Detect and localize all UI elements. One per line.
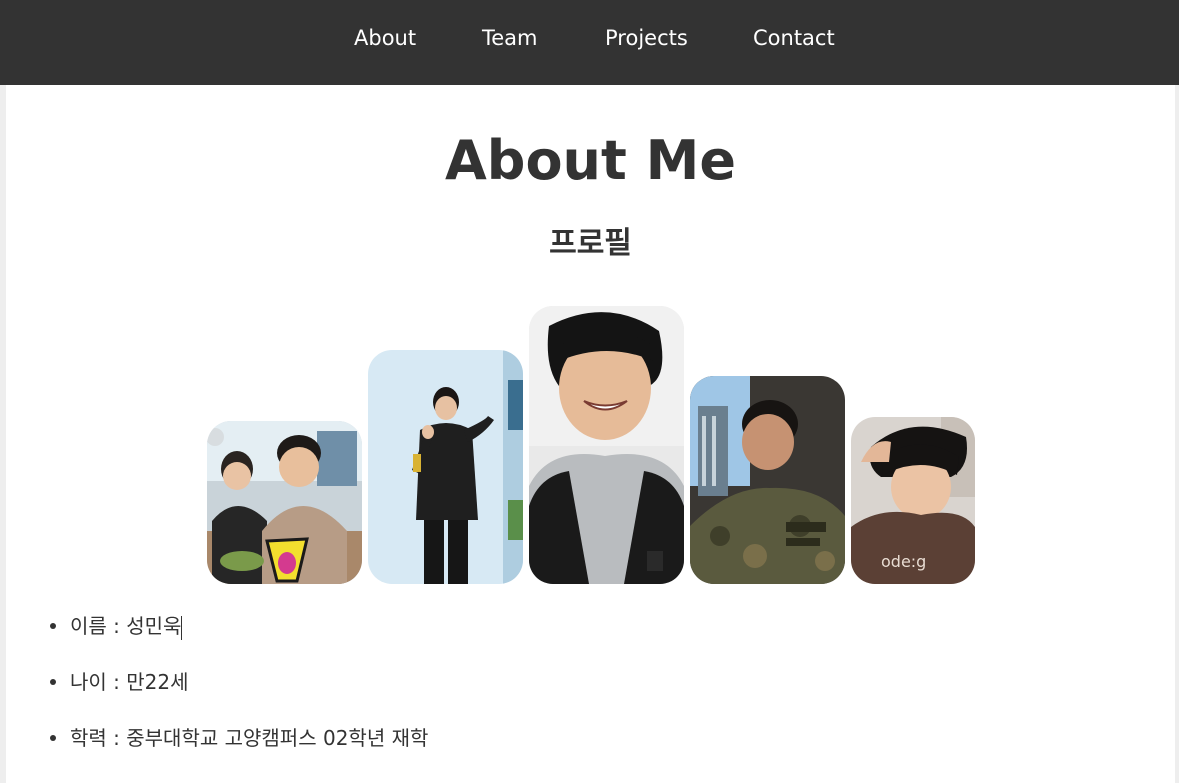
nav-link-contact[interactable]: Contact (753, 24, 835, 52)
page-title: About Me (445, 129, 736, 192)
svg-text:ode:g: ode:g (881, 552, 926, 571)
info-education-text: 학력 : 중부대학교 고양캠퍼스 02학년 재학 (70, 726, 429, 750)
list-item-education: 학력 : 중부대학교 고양캠퍼스 02학년 재학 (50, 725, 428, 751)
profile-section-title: 프로필 (549, 226, 632, 261)
nav-link-team[interactable]: Team (482, 24, 538, 52)
top-navbar: About Team Projects Contact (0, 0, 1179, 85)
bullet-icon (50, 622, 56, 629)
nav-link-projects[interactable]: Projects (605, 24, 688, 52)
profile-photo-4 (690, 376, 845, 584)
profile-photo-2 (368, 350, 523, 584)
list-item-name: 이름 : 성민욱 (50, 613, 183, 640)
profile-photo-1 (207, 421, 362, 584)
info-name-text: 이름 : 성민욱 (70, 614, 182, 638)
bullet-icon (50, 678, 56, 685)
main-content: About Me 프로필 ode:g 이름: 성민욱 나이: 만22세 학력… (6, 85, 1175, 783)
nav-link-about[interactable]: About (354, 24, 416, 52)
profile-photo-3 (529, 306, 684, 584)
bullet-icon (50, 734, 56, 741)
info-age-text: 나이 : 만22세 (70, 670, 189, 694)
list-item-age: 나이 : 만22세 (50, 669, 189, 695)
profile-photo-5: ode:g (851, 417, 975, 584)
text-cursor-icon (181, 615, 183, 640)
